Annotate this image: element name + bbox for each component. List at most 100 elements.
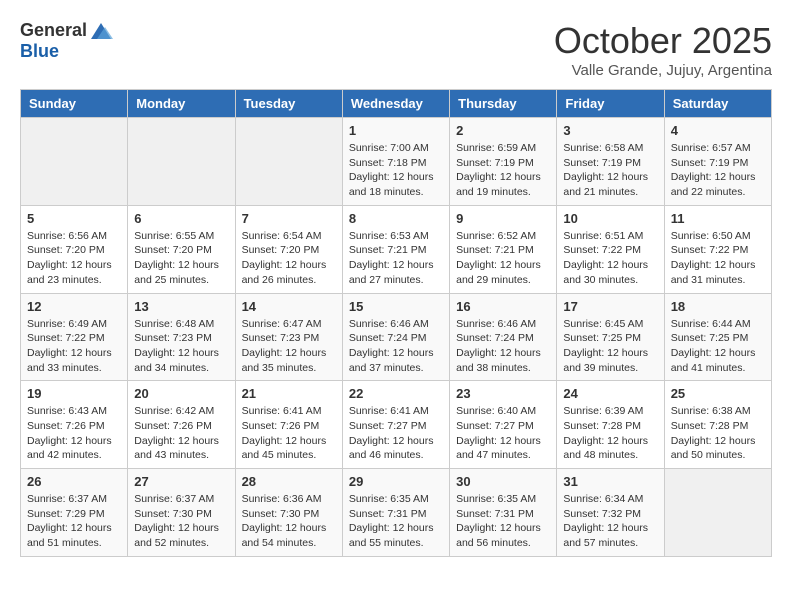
day-number: 2 bbox=[456, 123, 550, 138]
calendar-cell: 31 Sunrise: 6:34 AM Sunset: 7:32 PM Dayli… bbox=[557, 469, 664, 557]
day-info: Sunrise: 6:49 AM Sunset: 7:22 PM Dayligh… bbox=[27, 317, 121, 376]
calendar-week-row: 5 Sunrise: 6:56 AM Sunset: 7:20 PM Daylig… bbox=[21, 205, 772, 293]
calendar-cell: 26 Sunrise: 6:37 AM Sunset: 7:29 PM Dayli… bbox=[21, 469, 128, 557]
calendar-cell: 17Sunrise: 6:45 AM Sunset: 7:25 PM Dayli… bbox=[557, 293, 664, 381]
day-info: Sunrise: 6:40 AM Sunset: 7:27 PM Dayligh… bbox=[456, 404, 550, 463]
calendar-cell: 30 Sunrise: 6:35 AM Sunset: 7:31 PM Dayli… bbox=[450, 469, 557, 557]
day-number: 3 bbox=[563, 123, 657, 138]
calendar-header-row: SundayMondayTuesdayWednesdayThursdayFrid… bbox=[21, 90, 772, 118]
day-info: Sunrise: 6:57 AM Sunset: 7:19 PM Dayligh… bbox=[671, 141, 765, 200]
day-info: Sunrise: 6:48 AM Sunset: 7:23 PM Dayligh… bbox=[134, 317, 228, 376]
page-header: General Blue October 2025 Valle Grande, … bbox=[20, 20, 772, 79]
calendar-week-row: 12 Sunrise: 6:49 AM Sunset: 7:22 PM Dayli… bbox=[21, 293, 772, 381]
day-number: 25 bbox=[671, 386, 765, 401]
day-number: 19 bbox=[27, 386, 121, 401]
calendar-cell bbox=[128, 118, 235, 206]
day-number: 27 bbox=[134, 474, 228, 489]
day-number: 10 bbox=[563, 211, 657, 226]
calendar-table: SundayMondayTuesdayWednesdayThursdayFrid… bbox=[20, 89, 772, 557]
day-info: Sunrise: 6:52 AM Sunset: 7:21 PM Dayligh… bbox=[456, 229, 550, 288]
day-number: 18 bbox=[671, 299, 765, 314]
calendar-cell: 27Sunrise: 6:37 AM Sunset: 7:30 PM Dayli… bbox=[128, 469, 235, 557]
day-info: Sunrise: 6:35 AM Sunset: 7:31 PM Dayligh… bbox=[349, 492, 443, 551]
day-number: 12 bbox=[27, 299, 121, 314]
calendar-cell bbox=[21, 118, 128, 206]
day-number: 7 bbox=[242, 211, 336, 226]
title-section: October 2025 Valle Grande, Jujuy, Argent… bbox=[554, 20, 772, 79]
day-number: 11 bbox=[671, 211, 765, 226]
calendar-week-row: 19 Sunrise: 6:43 AM Sunset: 7:26 PM Dayli… bbox=[21, 381, 772, 469]
day-number: 5 bbox=[27, 211, 121, 226]
calendar-cell: 12 Sunrise: 6:49 AM Sunset: 7:22 PM Dayli… bbox=[21, 293, 128, 381]
day-number: 31 bbox=[563, 474, 657, 489]
calendar-cell: 6 Sunrise: 6:55 AM Sunset: 7:20 PM Daylig… bbox=[128, 205, 235, 293]
day-info: Sunrise: 7:00 AM Sunset: 7:18 PM Dayligh… bbox=[349, 141, 443, 200]
day-number: 30 bbox=[456, 474, 550, 489]
calendar-week-row: 26 Sunrise: 6:37 AM Sunset: 7:29 PM Dayli… bbox=[21, 469, 772, 557]
calendar-cell: 10 Sunrise: 6:51 AM Sunset: 7:22 PM Dayli… bbox=[557, 205, 664, 293]
location-subtitle: Valle Grande, Jujuy, Argentina bbox=[554, 62, 772, 79]
calendar-cell: 24Sunrise: 6:39 AM Sunset: 7:28 PM Dayli… bbox=[557, 381, 664, 469]
day-info: Sunrise: 6:36 AM Sunset: 7:30 PM Dayligh… bbox=[242, 492, 336, 551]
day-number: 15 bbox=[349, 299, 443, 314]
day-info: Sunrise: 6:47 AM Sunset: 7:23 PM Dayligh… bbox=[242, 317, 336, 376]
weekday-header: Thursday bbox=[450, 90, 557, 118]
day-number: 1 bbox=[349, 123, 443, 138]
day-info: Sunrise: 6:53 AM Sunset: 7:21 PM Dayligh… bbox=[349, 229, 443, 288]
weekday-header: Friday bbox=[557, 90, 664, 118]
calendar-cell: 21Sunrise: 6:41 AM Sunset: 7:26 PM Dayli… bbox=[235, 381, 342, 469]
day-number: 29 bbox=[349, 474, 443, 489]
day-info: Sunrise: 6:34 AM Sunset: 7:32 PM Dayligh… bbox=[563, 492, 657, 551]
day-number: 16 bbox=[456, 299, 550, 314]
calendar-cell: 18 Sunrise: 6:44 AM Sunset: 7:25 PM Dayli… bbox=[664, 293, 771, 381]
day-info: Sunrise: 6:46 AM Sunset: 7:24 PM Dayligh… bbox=[349, 317, 443, 376]
calendar-cell: 23 Sunrise: 6:40 AM Sunset: 7:27 PM Dayli… bbox=[450, 381, 557, 469]
day-info: Sunrise: 6:44 AM Sunset: 7:25 PM Dayligh… bbox=[671, 317, 765, 376]
day-info: Sunrise: 6:41 AM Sunset: 7:27 PM Dayligh… bbox=[349, 404, 443, 463]
day-number: 21 bbox=[242, 386, 336, 401]
day-number: 6 bbox=[134, 211, 228, 226]
calendar-cell bbox=[235, 118, 342, 206]
day-info: Sunrise: 6:39 AM Sunset: 7:28 PM Dayligh… bbox=[563, 404, 657, 463]
weekday-header: Saturday bbox=[664, 90, 771, 118]
calendar-cell: 28Sunrise: 6:36 AM Sunset: 7:30 PM Dayli… bbox=[235, 469, 342, 557]
calendar-cell: 13 Sunrise: 6:48 AM Sunset: 7:23 PM Dayli… bbox=[128, 293, 235, 381]
day-info: Sunrise: 6:42 AM Sunset: 7:26 PM Dayligh… bbox=[134, 404, 228, 463]
day-info: Sunrise: 6:35 AM Sunset: 7:31 PM Dayligh… bbox=[456, 492, 550, 551]
calendar-cell: 3Sunrise: 6:58 AM Sunset: 7:19 PM Daylig… bbox=[557, 118, 664, 206]
calendar-week-row: 1 Sunrise: 7:00 AM Sunset: 7:18 PM Daylig… bbox=[21, 118, 772, 206]
calendar-cell: 20Sunrise: 6:42 AM Sunset: 7:26 PM Dayli… bbox=[128, 381, 235, 469]
day-info: Sunrise: 6:50 AM Sunset: 7:22 PM Dayligh… bbox=[671, 229, 765, 288]
weekday-header: Monday bbox=[128, 90, 235, 118]
calendar-cell: 1 Sunrise: 7:00 AM Sunset: 7:18 PM Daylig… bbox=[342, 118, 449, 206]
calendar-cell: 9 Sunrise: 6:52 AM Sunset: 7:21 PM Daylig… bbox=[450, 205, 557, 293]
calendar-cell: 15 Sunrise: 6:46 AM Sunset: 7:24 PM Dayli… bbox=[342, 293, 449, 381]
calendar-cell: 7 Sunrise: 6:54 AM Sunset: 7:20 PM Daylig… bbox=[235, 205, 342, 293]
calendar-cell: 4 Sunrise: 6:57 AM Sunset: 7:19 PM Daylig… bbox=[664, 118, 771, 206]
day-info: Sunrise: 6:56 AM Sunset: 7:20 PM Dayligh… bbox=[27, 229, 121, 288]
calendar-cell: 2 Sunrise: 6:59 AM Sunset: 7:19 PM Daylig… bbox=[450, 118, 557, 206]
calendar-cell: 11 Sunrise: 6:50 AM Sunset: 7:22 PM Dayli… bbox=[664, 205, 771, 293]
weekday-header: Tuesday bbox=[235, 90, 342, 118]
day-info: Sunrise: 6:59 AM Sunset: 7:19 PM Dayligh… bbox=[456, 141, 550, 200]
day-number: 4 bbox=[671, 123, 765, 138]
day-number: 26 bbox=[27, 474, 121, 489]
day-info: Sunrise: 6:54 AM Sunset: 7:20 PM Dayligh… bbox=[242, 229, 336, 288]
day-number: 22 bbox=[349, 386, 443, 401]
day-info: Sunrise: 6:38 AM Sunset: 7:28 PM Dayligh… bbox=[671, 404, 765, 463]
day-info: Sunrise: 6:37 AM Sunset: 7:29 PM Dayligh… bbox=[27, 492, 121, 551]
day-info: Sunrise: 6:46 AM Sunset: 7:24 PM Dayligh… bbox=[456, 317, 550, 376]
day-info: Sunrise: 6:51 AM Sunset: 7:22 PM Dayligh… bbox=[563, 229, 657, 288]
day-info: Sunrise: 6:55 AM Sunset: 7:20 PM Dayligh… bbox=[134, 229, 228, 288]
day-info: Sunrise: 6:45 AM Sunset: 7:25 PM Dayligh… bbox=[563, 317, 657, 376]
weekday-header: Sunday bbox=[21, 90, 128, 118]
day-info: Sunrise: 6:43 AM Sunset: 7:26 PM Dayligh… bbox=[27, 404, 121, 463]
logo-general-text: General bbox=[20, 20, 87, 41]
calendar-cell: 14Sunrise: 6:47 AM Sunset: 7:23 PM Dayli… bbox=[235, 293, 342, 381]
day-number: 9 bbox=[456, 211, 550, 226]
day-number: 23 bbox=[456, 386, 550, 401]
day-number: 13 bbox=[134, 299, 228, 314]
calendar-cell: 8Sunrise: 6:53 AM Sunset: 7:21 PM Daylig… bbox=[342, 205, 449, 293]
calendar-cell: 5 Sunrise: 6:56 AM Sunset: 7:20 PM Daylig… bbox=[21, 205, 128, 293]
logo: General Blue bbox=[20, 20, 113, 62]
